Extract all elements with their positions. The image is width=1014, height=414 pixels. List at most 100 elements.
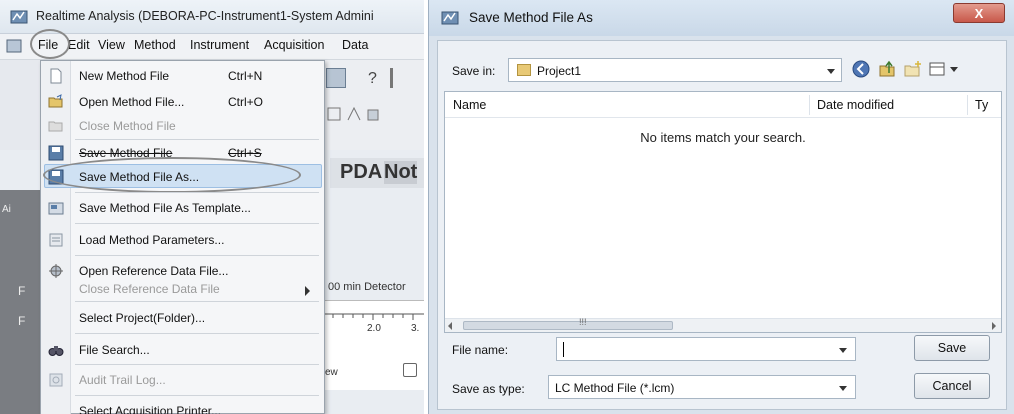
horizontal-scrollbar[interactable]: !!! xyxy=(445,317,1001,332)
help-icon[interactable]: ? xyxy=(368,70,377,88)
chevron-down-icon xyxy=(827,69,835,74)
side-letter-1: Ai xyxy=(2,204,11,215)
save-as-annotation-oval xyxy=(43,157,301,193)
menu-item-close-method-file[interactable]: Close Method File xyxy=(41,115,324,137)
app-titlebar: Realtime Analysis (DEBORA-PC-Instrument1… xyxy=(0,0,424,34)
pda-status: Not xyxy=(384,161,418,184)
menu-acquisition[interactable]: Acquisition xyxy=(264,38,324,52)
menu-view[interactable]: View xyxy=(98,38,125,52)
file-name-input[interactable] xyxy=(556,337,856,361)
file-menu-annotation-circle xyxy=(30,29,70,59)
menu-separator xyxy=(75,395,319,396)
save-button[interactable]: Save xyxy=(914,335,990,361)
side-letter-3: F xyxy=(18,314,26,328)
save-method-file-as-dialog: Save Method File As X Save in: Project1 … xyxy=(428,0,1014,414)
save-as-type-label: Save as type: xyxy=(452,382,525,396)
menu-item-file-search[interactable]: File Search... xyxy=(41,337,324,363)
menu-item-load-method-parameters[interactable]: Load Method Parameters... xyxy=(41,227,324,253)
dialog-titlebar: Save Method File As X xyxy=(429,0,1014,36)
toolbar-icons-row[interactable] xyxy=(326,104,406,124)
menu-separator xyxy=(75,364,319,365)
new-folder-icon[interactable] xyxy=(902,58,924,80)
menu-instrument[interactable]: Instrument xyxy=(190,38,249,52)
template-icon xyxy=(48,202,64,215)
menu-method[interactable]: Method xyxy=(134,38,176,52)
open-folder-icon xyxy=(48,94,63,108)
toolbar-view-button[interactable] xyxy=(326,68,346,88)
menubar-app-icon xyxy=(6,39,22,53)
menu-item-select-project[interactable]: Select Project(Folder)... xyxy=(41,305,324,331)
close-icon[interactable]: X xyxy=(953,3,1005,23)
file-name-label: File name: xyxy=(452,343,509,357)
view-label: ew xyxy=(325,367,338,378)
toolbar-separator xyxy=(390,68,393,88)
menu-item-close-reference-data[interactable]: Close Reference Data File xyxy=(41,278,324,300)
scroll-right-icon[interactable] xyxy=(992,322,996,330)
menu-item-new-method-file[interactable]: New Method File Ctrl+N xyxy=(41,63,324,89)
menu-separator xyxy=(75,192,319,193)
pda-status-bar: PDA Not xyxy=(330,158,424,188)
side-letter-2: F xyxy=(18,284,26,298)
column-divider[interactable] xyxy=(809,95,810,115)
axis-ticks xyxy=(323,313,424,320)
detector-time-label: 00 min Detector xyxy=(328,281,406,293)
dialog-body: Save in: Project1 Name Date modified Ty xyxy=(437,40,1007,410)
app-title: Realtime Analysis (DEBORA-PC-Instrument1… xyxy=(36,9,374,23)
close-file-icon xyxy=(48,121,63,132)
menu-edit[interactable]: Edit xyxy=(68,38,90,52)
app-logo-icon xyxy=(10,10,28,24)
menu-separator xyxy=(75,333,319,334)
menu-separator xyxy=(75,223,319,224)
menu-separator xyxy=(75,255,319,256)
menu-item-select-acquisition-printer[interactable]: Select Acquisition Printer... xyxy=(41,398,324,414)
chevron-down-icon xyxy=(839,386,847,391)
dialog-title: Save Method File As xyxy=(469,10,593,25)
new-file-icon xyxy=(50,68,62,84)
menu-item-open-method-file[interactable]: Open Method File... Ctrl+O xyxy=(41,89,324,115)
up-folder-icon[interactable] xyxy=(876,58,898,80)
scrollbar-thumb[interactable]: !!! xyxy=(463,317,673,330)
column-divider[interactable] xyxy=(967,95,968,115)
folder-icon xyxy=(517,64,531,76)
load-parameters-icon xyxy=(49,233,63,247)
file-list[interactable]: Name Date modified Ty No items match you… xyxy=(444,91,1002,333)
submenu-arrow-icon xyxy=(305,286,310,296)
menu-item-audit-trail-log[interactable]: Audit Trail Log... xyxy=(41,367,324,393)
scrollbar-grip: !!! xyxy=(579,317,587,327)
column-header-type[interactable]: Ty xyxy=(975,98,988,112)
chevron-down-icon[interactable] xyxy=(839,348,847,353)
left-toolbar-strip xyxy=(0,60,40,150)
dialog-app-icon xyxy=(441,11,459,25)
menu-separator xyxy=(75,139,319,140)
back-arrow-icon[interactable] xyxy=(850,58,872,80)
scroll-left-icon[interactable] xyxy=(448,322,452,330)
column-headers: Name Date modified Ty xyxy=(445,92,1001,118)
audit-log-icon xyxy=(49,373,63,387)
reference-data-icon xyxy=(49,264,63,278)
main-toolbar: ? xyxy=(320,60,424,150)
menu-separator xyxy=(75,301,319,302)
cancel-button[interactable]: Cancel xyxy=(914,373,990,399)
menu-data[interactable]: Data xyxy=(342,38,368,52)
text-caret xyxy=(563,342,564,357)
save-in-dropdown[interactable]: Project1 xyxy=(508,58,842,82)
save-in-value: Project1 xyxy=(537,64,582,78)
save-in-label: Save in: xyxy=(452,64,496,78)
column-header-name[interactable]: Name xyxy=(453,98,486,112)
axis-tick-label: 3. xyxy=(411,323,420,334)
chromatogram-axis-area: 2.0 3. ew xyxy=(323,300,424,390)
realtime-analysis-window: Realtime Analysis (DEBORA-PC-Instrument1… xyxy=(0,0,424,414)
menu-item-save-as-template[interactable]: Save Method File As Template... xyxy=(41,195,324,221)
axis-tick-label: 2.0 xyxy=(367,323,381,334)
file-menu-dropdown: New Method File Ctrl+N Open Method File.… xyxy=(40,60,325,414)
column-header-date-modified[interactable]: Date modified xyxy=(817,98,894,112)
empty-list-message: No items match your search. xyxy=(640,130,806,145)
save-as-type-value: LC Method File (*.lcm) xyxy=(555,381,675,395)
checkbox[interactable] xyxy=(403,363,417,377)
view-menu-icon[interactable] xyxy=(928,58,962,80)
left-panel-strip: Ai F F xyxy=(0,190,40,414)
binoculars-icon xyxy=(48,346,64,356)
pda-label: PDA xyxy=(340,161,383,183)
save-icon xyxy=(48,145,64,161)
save-as-type-dropdown[interactable]: LC Method File (*.lcm) xyxy=(548,375,856,399)
